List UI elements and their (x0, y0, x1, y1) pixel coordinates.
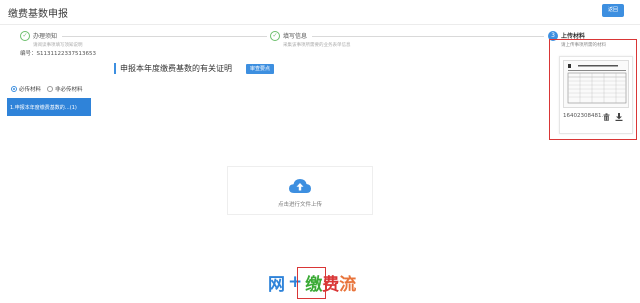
step-connector-2 (312, 36, 544, 37)
title-accent-bar (114, 63, 116, 74)
required-materials-radio[interactable]: 必传材料 (11, 85, 41, 93)
section-title: 申报本年度缴费基数的有关证明 (120, 64, 232, 73)
step-2-check-icon: ✓ (270, 31, 280, 41)
watermark-char: 网 (268, 274, 285, 295)
step-1-desc: 请阅读事项填写须知说明 (33, 43, 83, 48)
material-filter: 必传材料 非必传材料 (11, 85, 83, 93)
optional-materials-label: 非必传材料 (55, 87, 83, 93)
watermark-char: 流 (339, 274, 357, 295)
application-number: 编号：S1131122337513653 (20, 51, 96, 57)
upload-hint: 点击进行文件上传 (277, 202, 322, 208)
material-list-item-label: 1.申报本年度缴费基数的…(1) (10, 104, 77, 111)
review-points-button[interactable]: 审查要点 (246, 64, 274, 74)
header-divider (0, 24, 640, 25)
required-materials-label: 必传材料 (19, 87, 42, 93)
radio-selected-icon (11, 86, 17, 92)
cloud-upload-icon (289, 179, 311, 193)
file-highlight-box (549, 39, 637, 140)
step-2-desc: 采集该事项所需要的业务表单信息 (283, 43, 351, 48)
step-2-title: 填写信息 (283, 33, 308, 40)
step-1-check-icon: ✓ (20, 31, 30, 41)
optional-materials-radio[interactable]: 非必传材料 (47, 85, 83, 93)
watermark-highlight-box (297, 267, 326, 299)
step-connector-1 (62, 36, 267, 37)
radio-unselected-icon (47, 86, 54, 92)
page-title: 缴费基数申报 (8, 9, 68, 20)
back-button[interactable]: 返回 (602, 4, 624, 17)
material-list-item[interactable]: 1.申报本年度缴费基数的…(1) (7, 98, 91, 116)
step-1-title: 办理须知 (33, 33, 58, 40)
